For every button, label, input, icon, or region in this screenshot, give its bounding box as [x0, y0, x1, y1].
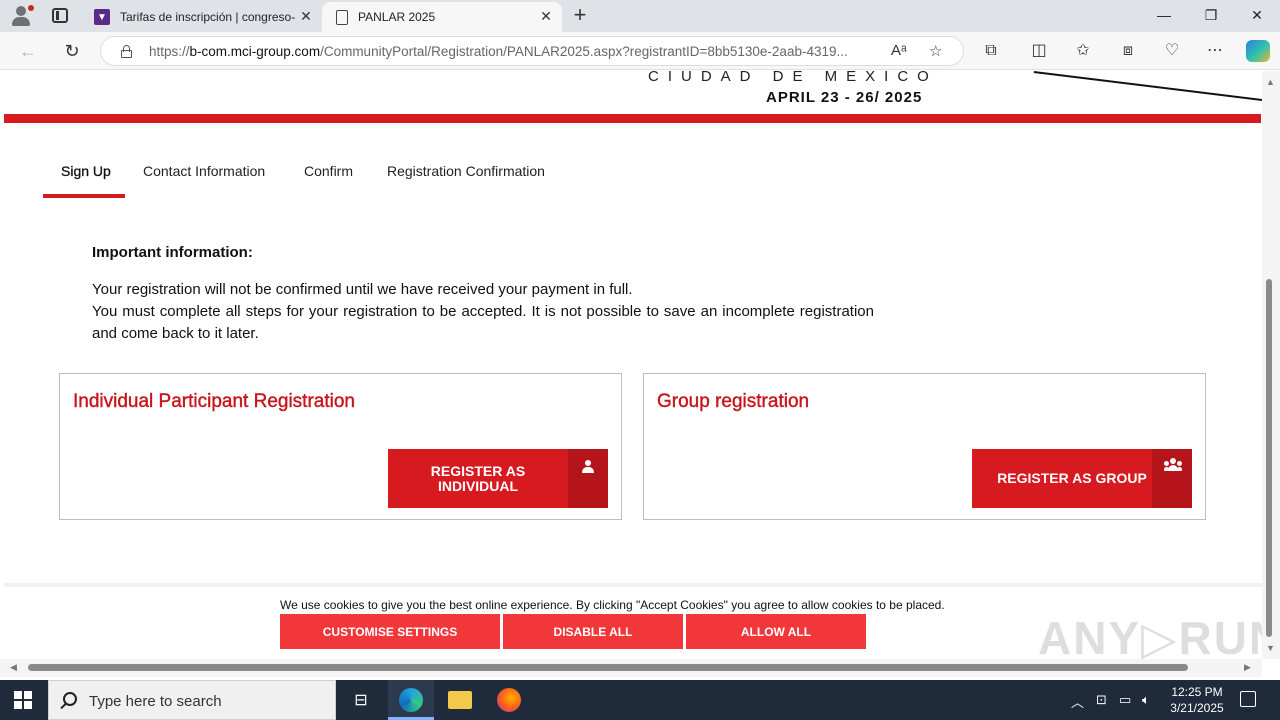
- tab-actions-icon[interactable]: [52, 8, 68, 23]
- firefox-icon[interactable]: [497, 688, 521, 712]
- disable-all-button[interactable]: DISABLE ALL: [503, 614, 683, 649]
- step-registration-confirmation[interactable]: Registration Confirmation: [387, 163, 545, 179]
- vertical-scroll-thumb[interactable]: [1266, 279, 1272, 637]
- browser-tab-tarifas[interactable]: ▼ Tarifas de inscripción | congreso- ✕: [82, 2, 322, 32]
- active-step-indicator: [43, 194, 125, 198]
- group-registration-card: Group registration REGISTER AS GROUP: [643, 373, 1206, 520]
- task-view-icon[interactable]: ⊟: [349, 690, 373, 714]
- cookie-banner-text: We use cookies to give you the best onli…: [280, 598, 945, 612]
- profile-icon[interactable]: [10, 5, 34, 27]
- more-menu-icon[interactable]: ⋯: [1205, 41, 1225, 61]
- file-explorer-icon[interactable]: [448, 691, 472, 709]
- user-icon: [582, 460, 594, 474]
- users-group-icon: [1164, 458, 1182, 474]
- scroll-down-icon[interactable]: ▼: [1266, 643, 1275, 653]
- windows-taskbar: Type here to search ⊟ ︿ ⊡ ▭ 🔈︎ 12:25 PM …: [0, 680, 1280, 720]
- register-individual-button[interactable]: REGISTER AS INDIVIDUAL: [388, 449, 608, 508]
- page-viewport: CIUDAD DE MEXICO APRIL 23 - 26/ 2025 Sig…: [0, 71, 1262, 659]
- info-payment-text: Your registration will not be confirmed …: [92, 281, 633, 298]
- register-group-button[interactable]: REGISTER AS GROUP: [972, 449, 1192, 508]
- scroll-right-icon[interactable]: ▶: [1244, 662, 1251, 673]
- browser-toolbar: ← ↻ https://b-com.mci-group.com/Communit…: [0, 32, 1280, 70]
- register-individual-label: REGISTER AS INDIVIDUAL: [430, 462, 526, 494]
- performance-icon[interactable]: ♡: [1162, 41, 1182, 61]
- lock-icon[interactable]: [121, 45, 132, 58]
- close-tab-icon[interactable]: ✕: [538, 8, 554, 24]
- site-favicon-icon: ▼: [94, 9, 110, 25]
- anyrun-watermark: ANY▷RUN: [1038, 612, 1262, 659]
- info-steps-text: You must complete all steps for your reg…: [92, 303, 874, 342]
- refresh-icon[interactable]: ↻: [61, 40, 83, 62]
- address-bar[interactable]: https://b-com.mci-group.com/CommunityPor…: [100, 36, 964, 66]
- tray-network-share-icon[interactable]: ⊡: [1096, 692, 1107, 708]
- windows-start-icon[interactable]: [14, 691, 32, 709]
- taskbar-clock[interactable]: 12:25 PM 3/21/2025: [1160, 684, 1234, 716]
- favorites-icon[interactable]: ✩: [1073, 41, 1093, 61]
- horizontal-scroll-thumb[interactable]: [28, 664, 1188, 671]
- customise-settings-button[interactable]: CUSTOMISE SETTINGS: [280, 614, 500, 649]
- scroll-left-icon[interactable]: ◀: [10, 662, 17, 673]
- allow-all-button[interactable]: ALLOW ALL: [686, 614, 866, 649]
- close-window-button[interactable]: ✕: [1242, 4, 1272, 26]
- collections-icon[interactable]: ⧈: [1118, 41, 1138, 61]
- step-confirm[interactable]: Confirm: [304, 163, 353, 179]
- url-text[interactable]: https://b-com.mci-group.com/CommunityPor…: [149, 44, 879, 59]
- scroll-up-icon[interactable]: ▲: [1266, 77, 1275, 87]
- important-information: Important information: Your registration…: [92, 244, 874, 345]
- edge-browser-icon[interactable]: [399, 688, 423, 712]
- search-icon: [63, 692, 77, 706]
- page-footer-divider: [4, 583, 1262, 587]
- info-title: Important information:: [92, 244, 253, 261]
- close-tab-icon[interactable]: ✕: [298, 8, 314, 24]
- split-screen-icon[interactable]: ◫: [1029, 41, 1049, 61]
- individual-card-title: Individual Participant Registration: [73, 391, 355, 412]
- clock-time: 12:25 PM: [1171, 685, 1223, 699]
- volume-icon[interactable]: 🔈︎: [1142, 692, 1150, 708]
- group-card-title: Group registration: [657, 391, 810, 412]
- extensions-icon[interactable]: ⧉: [981, 41, 1001, 61]
- page-favicon-icon: [336, 9, 348, 25]
- read-aloud-icon[interactable]: Aᵃ: [891, 42, 907, 59]
- tab-title: PANLAR 2025: [358, 10, 436, 24]
- tab-title: Tarifas de inscripción | congreso-: [120, 10, 296, 24]
- taskbar-search-box[interactable]: Type here to search: [48, 680, 336, 720]
- favorite-star-icon[interactable]: ☆: [929, 42, 942, 60]
- notification-icon[interactable]: [1240, 691, 1256, 707]
- step-contact-information[interactable]: Contact Information: [143, 163, 265, 179]
- vertical-scrollbar[interactable]: ▲ ▼: [1262, 71, 1280, 659]
- back-icon[interactable]: ←: [17, 40, 39, 62]
- header-red-band: [4, 114, 1261, 123]
- clock-date: 3/21/2025: [1170, 701, 1224, 715]
- browser-tab-panlar[interactable]: PANLAR 2025 ✕: [322, 2, 562, 32]
- network-icon[interactable]: ▭: [1119, 692, 1131, 708]
- restore-button[interactable]: ❐: [1196, 4, 1226, 26]
- header-decoration: [1033, 71, 1262, 102]
- tray-chevron-icon[interactable]: ︿: [1071, 692, 1084, 711]
- taskbar-search-placeholder: Type here to search: [89, 693, 222, 710]
- individual-registration-card: Individual Participant Registration REGI…: [59, 373, 622, 520]
- minimize-button[interactable]: —: [1149, 4, 1179, 26]
- step-sign-up[interactable]: Sign Up: [61, 163, 111, 179]
- copilot-icon[interactable]: [1246, 40, 1270, 62]
- event-dates: APRIL 23 - 26/ 2025: [766, 89, 923, 106]
- event-city: CIUDAD DE MEXICO: [648, 71, 938, 85]
- browser-tab-bar: ▼ Tarifas de inscripción | congreso- ✕ P…: [0, 0, 1280, 32]
- horizontal-scrollbar[interactable]: ◀ ▶: [0, 659, 1262, 677]
- new-tab-button[interactable]: +: [570, 4, 590, 26]
